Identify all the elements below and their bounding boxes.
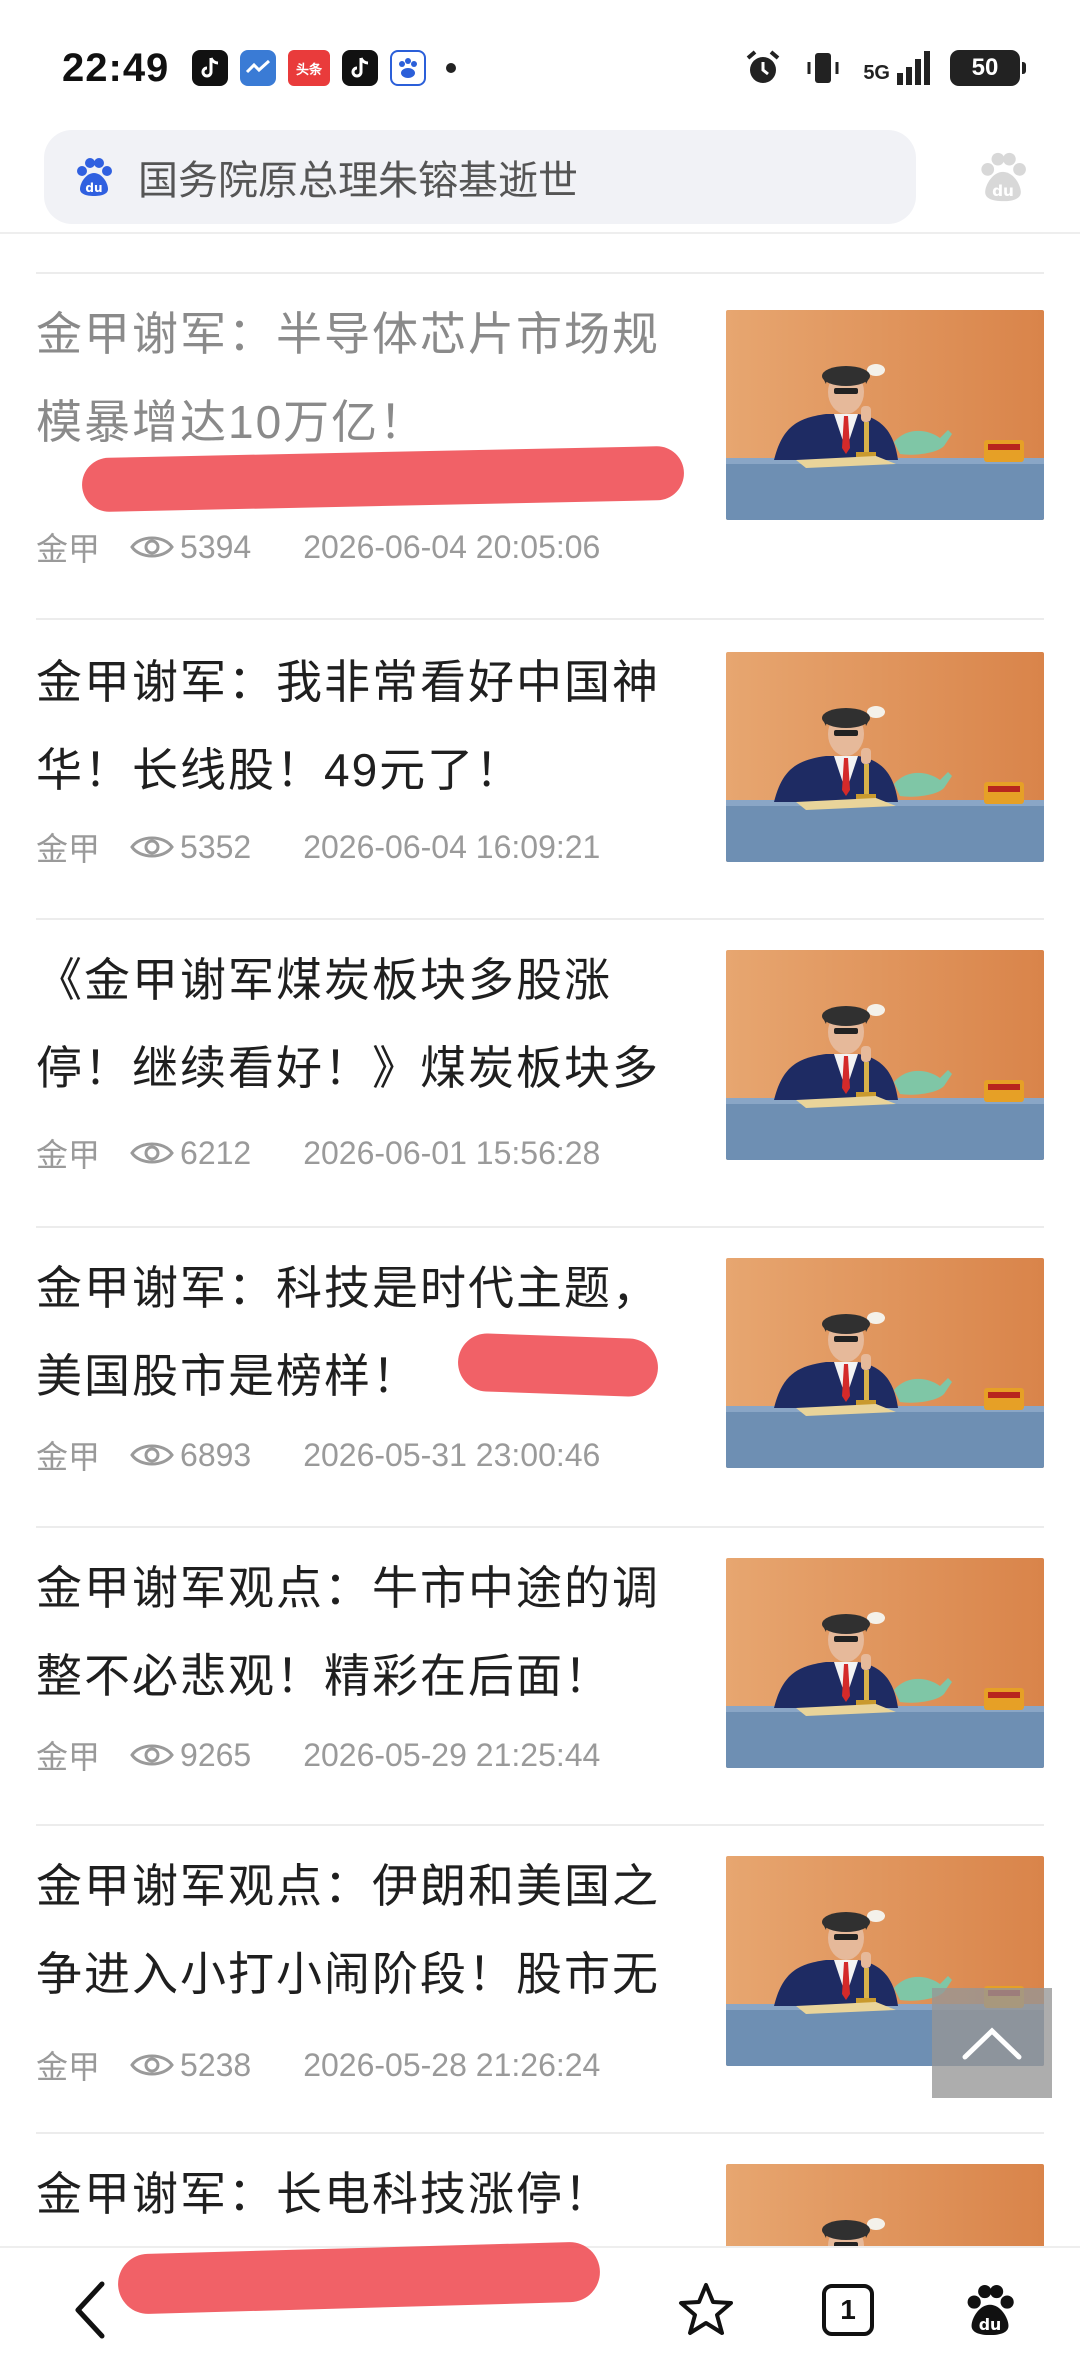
article-title[interactable]: 金甲谢军：我非常看好中国神华！长线股！49元了！	[36, 638, 686, 814]
article-author: 金甲	[36, 1137, 101, 1173]
article-views: 5352	[130, 829, 251, 866]
eye-icon	[130, 1744, 174, 1766]
list-item[interactable]: 《金甲谢军煤炭板块多股涨停！继续看好！》煤炭板块多 金甲 6212 2026-0…	[36, 926, 1044, 1226]
baidu-home-button[interactable]: du	[950, 2270, 1030, 2350]
star-icon	[679, 2283, 733, 2335]
weather-app-icon	[240, 50, 276, 86]
paw-icon: du	[967, 2284, 1014, 2336]
view-count: 6212	[180, 1134, 252, 1171]
article-title[interactable]: 金甲谢军：半导体芯片市场规模暴增达10万亿！	[36, 290, 686, 466]
more-notifications-dot	[446, 63, 456, 73]
article-author: 金甲	[36, 1439, 101, 1475]
article-views: 9265	[130, 1737, 251, 1774]
article-title[interactable]: 金甲谢军观点：伊朗和美国之争进入小打小闹阶段！股市无	[36, 1842, 686, 2018]
article-meta: 金甲 5238 2026-05-28 21:26:24	[36, 2042, 600, 2088]
svg-text:du: du	[979, 2315, 1002, 2334]
douyin-app-icon	[192, 50, 228, 86]
search-query: 国务院原总理朱镕基逝世	[138, 159, 578, 203]
signal-icon: 5G	[863, 51, 930, 85]
article-date: 2026-06-04 16:09:21	[303, 828, 601, 865]
douyin-app-icon	[342, 50, 378, 86]
article-author: 金甲	[36, 2049, 101, 2085]
vibrate-icon	[807, 53, 839, 83]
article-meta: 金甲 5352 2026-06-04 16:09:21	[36, 824, 600, 870]
divider	[36, 272, 1044, 274]
status-bar: 22:49 头条 5G 50	[0, 0, 1080, 130]
tabs-button[interactable]: 1	[808, 2270, 888, 2350]
toutiao-label: 头条	[295, 61, 322, 77]
article-thumbnail[interactable]	[726, 310, 1044, 520]
red-marker-stroke	[457, 1332, 659, 1398]
status-time: 22:49	[62, 46, 170, 90]
baidu-logo-icon: du	[77, 158, 112, 196]
list-item[interactable]: 金甲谢军：长电科技涨停！	[36, 2140, 1044, 2246]
article-author: 金甲	[36, 1739, 101, 1775]
eye-icon	[130, 836, 174, 858]
paw-icon: du	[981, 152, 1026, 202]
toutiao-app-icon: 头条	[288, 50, 330, 86]
eye-icon	[130, 536, 174, 558]
baidu-app-icon	[390, 50, 426, 86]
divider	[36, 618, 1044, 620]
article-thumbnail[interactable]	[726, 1258, 1044, 1468]
tabs-icon: 1	[822, 2284, 874, 2336]
alarm-icon	[747, 50, 780, 83]
article-meta: 金甲 6212 2026-06-01 15:56:28	[36, 1130, 600, 1176]
view-count: 5352	[180, 828, 252, 865]
header-divider	[0, 232, 1080, 234]
view-count: 9265	[180, 1736, 252, 1773]
list-item[interactable]: 金甲谢军：我非常看好中国神华！长线股！49元了！ 金甲 5352 2026-06…	[36, 628, 1044, 918]
divider	[36, 2132, 1044, 2134]
article-date: 2026-06-04 20:05:06	[303, 528, 601, 565]
article-meta: 金甲 5394 2026-06-04 20:05:06	[36, 524, 600, 570]
view-count: 5394	[180, 528, 252, 565]
divider	[36, 1226, 1044, 1228]
eye-icon	[130, 1142, 174, 1164]
article-thumbnail[interactable]	[726, 1558, 1044, 1768]
article-views: 6893	[130, 1437, 251, 1474]
article-date: 2026-05-31 23:00:46	[303, 1436, 601, 1473]
view-count: 5238	[180, 2046, 252, 2083]
eye-icon	[130, 2054, 174, 2076]
scroll-to-top-button[interactable]	[932, 1988, 1052, 2098]
article-meta: 金甲 9265 2026-05-29 21:25:44	[36, 1732, 600, 1778]
status-app-icons: 头条	[192, 50, 456, 86]
view-count: 6893	[180, 1436, 252, 1473]
article-views: 6212	[130, 1135, 251, 1172]
article-title[interactable]: 金甲谢军观点：牛市中途的调整不必悲观！精彩在后面！	[36, 1544, 686, 1720]
battery-level: 50	[971, 54, 999, 81]
baidu-paw-button[interactable]: du	[968, 142, 1038, 212]
chevron-up-icon	[962, 2027, 1022, 2060]
article-title[interactable]: 《金甲谢军煤炭板块多股涨停！继续看好！》煤炭板块多	[36, 936, 686, 1112]
eye-icon	[130, 1444, 174, 1466]
search-bar[interactable]: du 国务院原总理朱镕基逝世	[44, 130, 916, 224]
svg-text:du: du	[992, 182, 1014, 200]
network-type: 5G	[863, 62, 890, 84]
svg-text:du: du	[85, 181, 102, 195]
chevron-left-icon	[75, 2281, 105, 2339]
article-thumbnail[interactable]	[726, 652, 1044, 862]
article-title[interactable]: 金甲谢军：长电科技涨停！	[36, 2150, 686, 2238]
favorite-button[interactable]	[666, 2270, 746, 2350]
article-author: 金甲	[36, 531, 101, 567]
article-author: 金甲	[36, 831, 101, 867]
list-item[interactable]: 金甲谢军：半导体芯片市场规模暴增达10万亿！ 金甲 5394 2026-06-0…	[36, 280, 1044, 610]
article-meta: 金甲 6893 2026-05-31 23:00:46	[36, 1432, 600, 1478]
list-item[interactable]: 金甲谢军观点：伊朗和美国之争进入小打小闹阶段！股市无 金甲 5238 2026-…	[36, 1832, 1044, 2132]
divider	[36, 918, 1044, 920]
divider	[36, 1824, 1044, 1826]
article-date: 2026-05-28 21:26:24	[303, 2046, 601, 2083]
article-views: 5238	[130, 2047, 251, 2084]
tabs-count: 1	[840, 2294, 856, 2325]
article-thumbnail[interactable]	[726, 950, 1044, 1160]
list-item[interactable]: 金甲谢军观点：牛市中途的调整不必悲观！精彩在后面！ 金甲 9265 2026-0…	[36, 1534, 1044, 1824]
divider	[36, 1526, 1044, 1528]
battery-icon: 50	[950, 50, 1026, 86]
article-date: 2026-05-29 21:25:44	[303, 1736, 601, 1773]
article-date: 2026-06-01 15:56:28	[303, 1134, 601, 1171]
article-views: 5394	[130, 529, 251, 566]
status-right: 5G 50	[743, 48, 1026, 88]
article-thumbnail[interactable]	[726, 2164, 1044, 2246]
